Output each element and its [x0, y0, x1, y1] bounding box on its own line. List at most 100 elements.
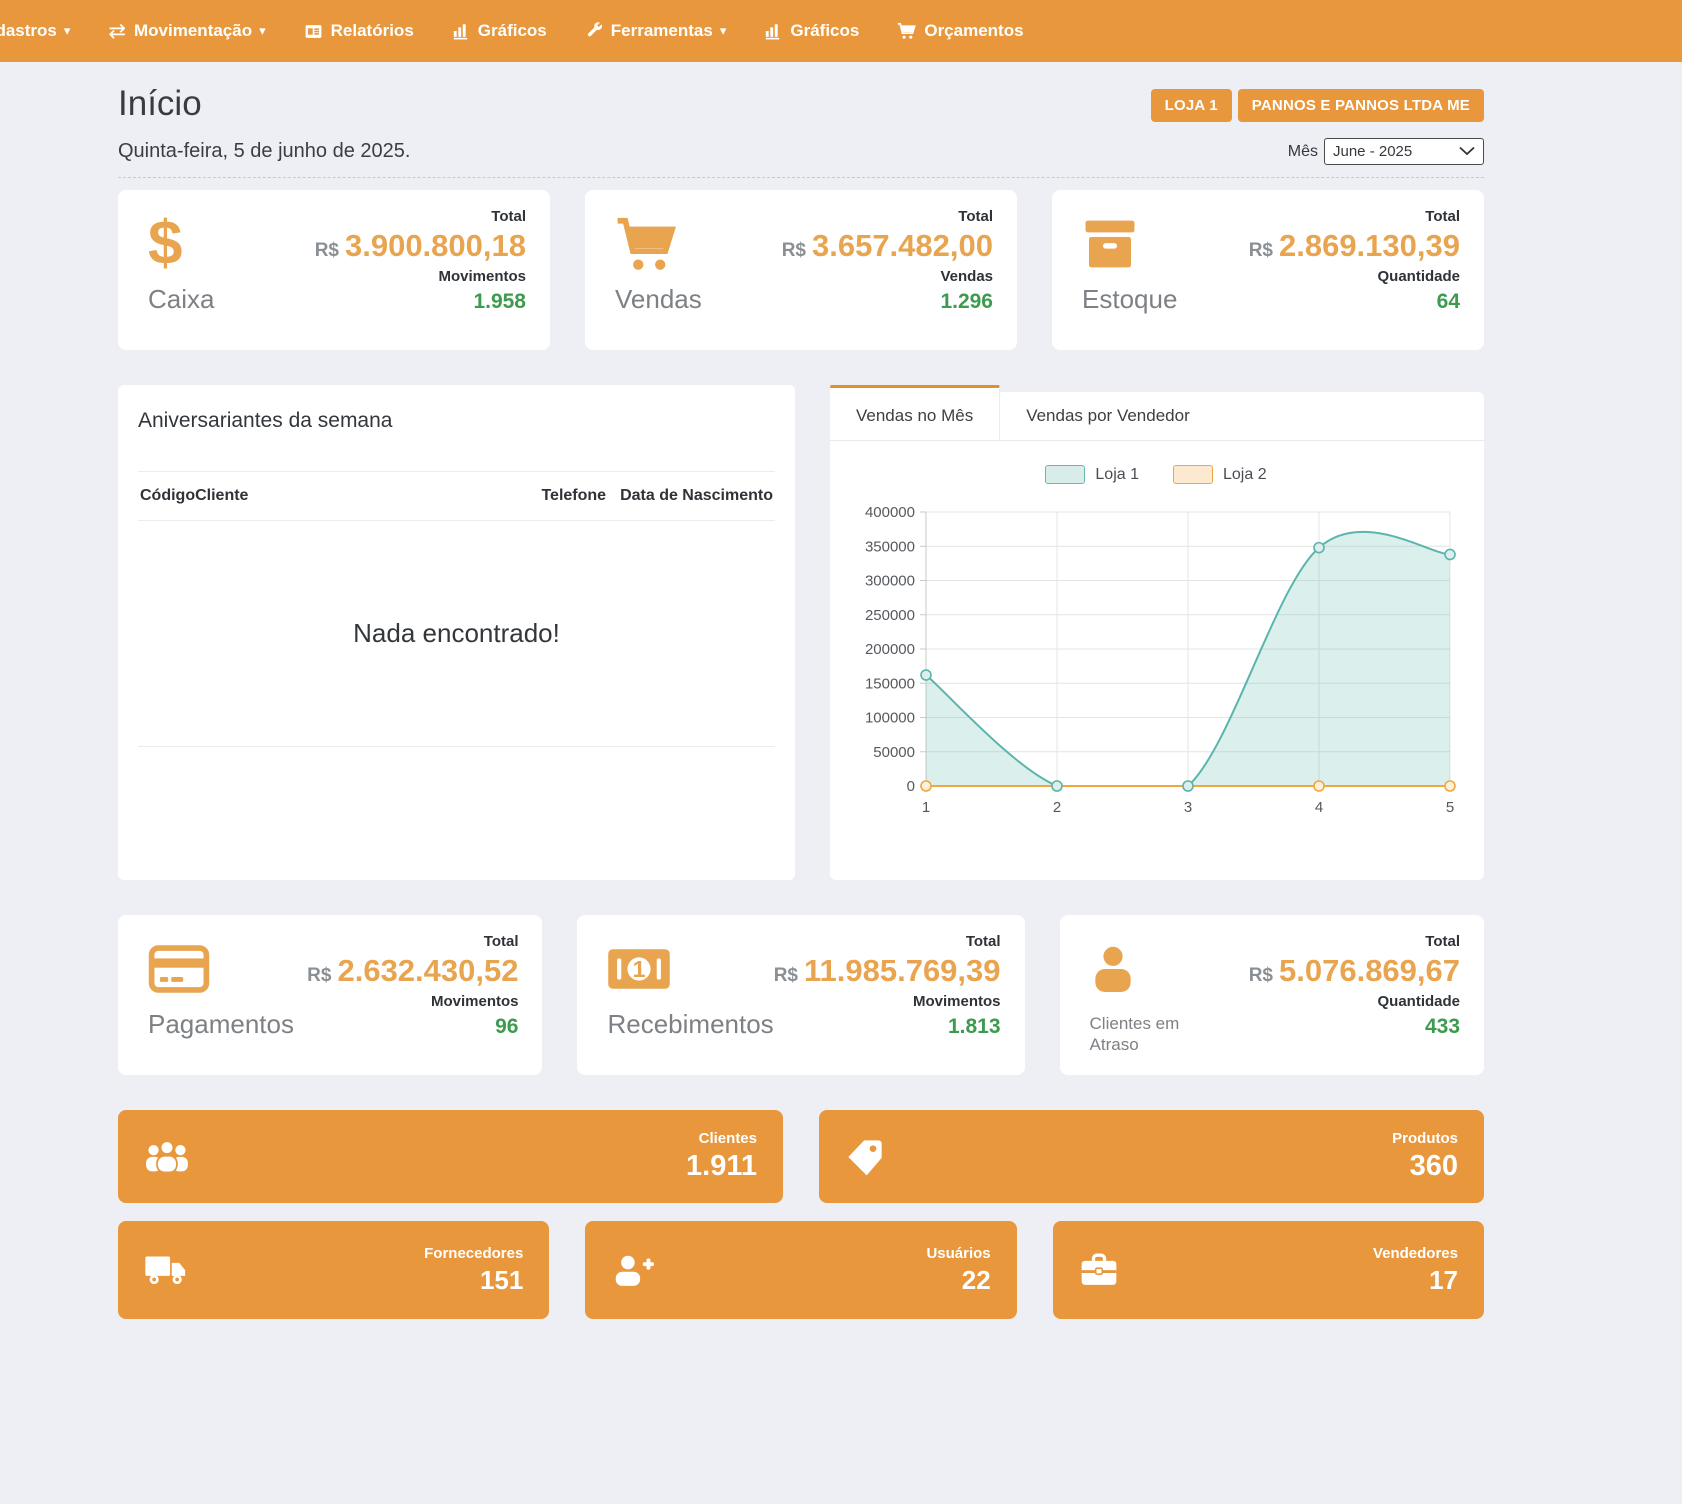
nav-item-graficos-2[interactable]: Gráficos	[745, 0, 878, 62]
card-label: Recebimentos	[607, 1009, 773, 1040]
sales-chart-panel: Vendas no Mês Vendas por Vendedor Loja 1…	[830, 392, 1484, 880]
summary-card-estoque: Estoque Total R$2.869.130,39 Quantidade …	[1052, 190, 1484, 350]
count-value: 433	[1249, 1015, 1460, 1039]
legend-swatch-loja1	[1045, 465, 1085, 484]
total-value: 5.076.869,67	[1279, 953, 1460, 988]
user-icon	[1090, 933, 1210, 1005]
svg-text:50000: 50000	[873, 744, 915, 761]
produtos-button[interactable]: Produtos 360	[819, 1110, 1484, 1203]
currency-label: R$	[782, 240, 806, 261]
summary-card-clientes-atraso: Clientes em Atraso Total R$5.076.869,67 …	[1060, 915, 1484, 1075]
users-icon	[144, 1138, 190, 1176]
briefcase-icon	[1079, 1252, 1119, 1288]
user-plus-icon	[611, 1253, 655, 1287]
count-value: 1.813	[774, 1015, 1001, 1039]
column-cliente: Cliente	[195, 487, 248, 505]
bar-chart-icon	[764, 22, 782, 40]
nav-item-label: Movimentação	[134, 21, 252, 41]
total-value: 11.985.769,39	[804, 953, 1001, 988]
column-data-nascimento: Data de Nascimento	[620, 487, 773, 505]
svg-text:3: 3	[1184, 799, 1192, 816]
count-label: Movimentos	[774, 993, 1001, 1010]
box-icon	[1082, 208, 1177, 280]
legend-item-loja1[interactable]: Loja 1	[1045, 465, 1139, 484]
column-telefone: Telefone	[541, 487, 606, 505]
svg-text:250000: 250000	[865, 607, 915, 624]
svg-text:0: 0	[907, 778, 915, 795]
credit-card-icon	[148, 933, 294, 1005]
total-label: Total	[782, 208, 993, 225]
total-value: 3.657.482,00	[812, 228, 993, 263]
total-value: 2.632.430,52	[337, 953, 518, 988]
nav-item-graficos-1[interactable]: Gráficos	[433, 0, 566, 62]
summary-card-caixa: $ Caixa Total R$3.900.800,18 Movimentos …	[118, 190, 550, 350]
truck-icon	[144, 1253, 188, 1287]
birthdays-title: Aniversariantes da semana	[138, 409, 775, 433]
currency-label: R$	[774, 965, 798, 986]
nav-item-label: Gráficos	[790, 21, 859, 41]
svg-text:5: 5	[1446, 799, 1454, 816]
fornecedores-button[interactable]: Fornecedores 151	[118, 1221, 549, 1319]
nav-item-relatorios[interactable]: Relatórios	[285, 0, 433, 62]
nav-item-label: Ferramentas	[611, 21, 713, 41]
svg-text:2: 2	[1053, 799, 1061, 816]
month-select[interactable]: June - 2025	[1324, 138, 1484, 165]
stat-label: Fornecedores	[424, 1245, 523, 1262]
bar-chart-icon	[452, 22, 470, 40]
nav-item-movimentacao[interactable]: ⇄ Movimentação ▾	[89, 0, 284, 62]
chart-tabs: Vendas no Mês Vendas por Vendedor	[830, 392, 1484, 441]
tab-vendas-no-mes[interactable]: Vendas no Mês	[830, 385, 1000, 440]
summary-card-recebimentos: 1 Recebimentos Total R$11.985.769,39 Mov…	[577, 915, 1024, 1075]
nav-item-cadastros[interactable]: adastros ▾	[0, 0, 89, 62]
card-label: Clientes em Atraso	[1090, 1013, 1210, 1056]
divider	[138, 746, 775, 747]
current-date: Quinta-feira, 5 de junho de 2025.	[118, 140, 410, 163]
company-button[interactable]: PANNOS E PANNOS LTDA ME	[1238, 89, 1484, 122]
nav-item-label: Orçamentos	[924, 21, 1023, 41]
caret-down-icon: ▾	[720, 23, 727, 39]
currency-label: R$	[315, 240, 339, 261]
card-label: Caixa	[148, 284, 214, 315]
nav-item-ferramentas[interactable]: Ferramentas ▾	[566, 0, 746, 62]
currency-label: R$	[307, 965, 331, 986]
nav-item-orcamentos[interactable]: Orçamentos	[878, 0, 1042, 62]
stat-label: Usuários	[926, 1245, 990, 1262]
card-label: Pagamentos	[148, 1009, 294, 1040]
count-value: 64	[1249, 290, 1460, 314]
svg-text:200000: 200000	[865, 641, 915, 658]
card-label: Estoque	[1082, 284, 1177, 315]
usuarios-button[interactable]: Usuários 22	[585, 1221, 1016, 1319]
tag-icon	[845, 1137, 885, 1177]
count-label: Quantidade	[1249, 993, 1460, 1010]
count-value: 96	[307, 1015, 518, 1039]
exchange-icon: ⇄	[108, 21, 126, 42]
total-label: Total	[307, 933, 518, 950]
legend-label: Loja 1	[1095, 466, 1139, 484]
birthdays-panel: Aniversariantes da semana CódigoCliente …	[118, 385, 795, 880]
caret-down-icon: ▾	[64, 23, 71, 39]
stat-value: 1.911	[686, 1150, 757, 1183]
nav-item-label: Gráficos	[478, 21, 547, 41]
svg-text:100000: 100000	[865, 710, 915, 727]
legend-item-loja2[interactable]: Loja 2	[1173, 465, 1267, 484]
top-navbar: adastros ▾ ⇄ Movimentação ▾ Relatórios G…	[0, 0, 1682, 62]
stat-label: Produtos	[1392, 1130, 1458, 1147]
vendedores-button[interactable]: Vendedores 17	[1053, 1221, 1484, 1319]
svg-text:400000: 400000	[865, 504, 915, 521]
store-button[interactable]: LOJA 1	[1151, 89, 1232, 122]
clientes-button[interactable]: Clientes 1.911	[118, 1110, 783, 1203]
dollar-icon: $	[148, 213, 182, 275]
divider	[118, 177, 1484, 178]
wrench-icon	[585, 22, 603, 40]
report-icon	[304, 22, 323, 41]
count-label: Quantidade	[1249, 268, 1460, 285]
caret-down-icon: ▾	[259, 23, 266, 39]
total-label: Total	[1249, 208, 1460, 225]
tab-vendas-por-vendedor[interactable]: Vendas por Vendedor	[1000, 392, 1216, 440]
nav-item-label: Relatórios	[331, 21, 414, 41]
empty-message: Nada encontrado!	[138, 521, 775, 746]
total-label: Total	[315, 208, 526, 225]
sales-area-chart: 0500001000001500002000002500003000003500…	[844, 498, 1468, 820]
currency-label: R$	[1249, 965, 1273, 986]
month-label: Mês	[1288, 143, 1318, 161]
